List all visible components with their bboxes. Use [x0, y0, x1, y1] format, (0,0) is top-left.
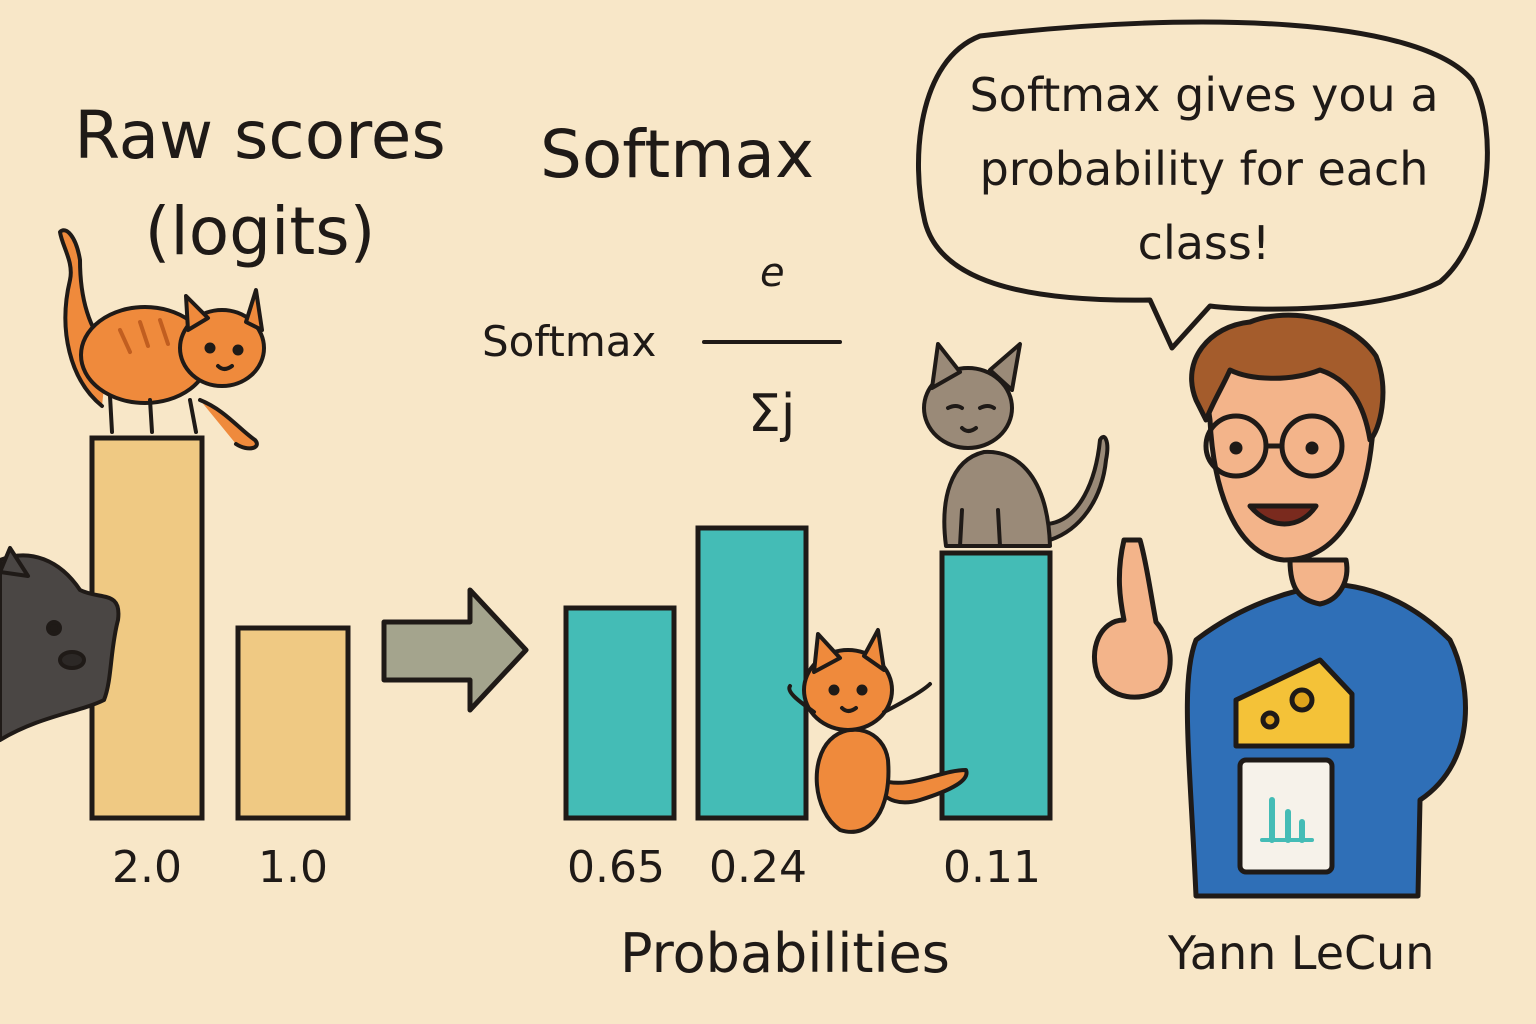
raw-value-label: 2.0 [112, 842, 182, 893]
person-name-label: Yann LeCun [1168, 926, 1435, 980]
probability-bar-1 [563, 605, 677, 821]
arrow-right-icon [381, 587, 529, 713]
probabilities-label: Probabilities [620, 922, 950, 985]
raw-score-bar-2 [235, 625, 351, 821]
probability-value-label: 0.11 [943, 842, 1041, 893]
raw-value-label: 1.0 [258, 842, 328, 893]
probability-value-label: 0.65 [567, 842, 665, 893]
probability-bar-2 [695, 525, 809, 821]
orange-cat-icon [58, 228, 266, 451]
illustration: Raw scores (logits) Softmax Softmax e Σj [0, 0, 1536, 1024]
probability-value-label: 0.24 [709, 842, 807, 893]
raised-hand [1092, 537, 1173, 700]
person-figure [1092, 312, 1468, 899]
raw-bars-group [89, 435, 351, 821]
speech-bubble-text: Softmax gives you a probability for each… [969, 68, 1439, 270]
gray-cat-icon [922, 342, 1110, 548]
